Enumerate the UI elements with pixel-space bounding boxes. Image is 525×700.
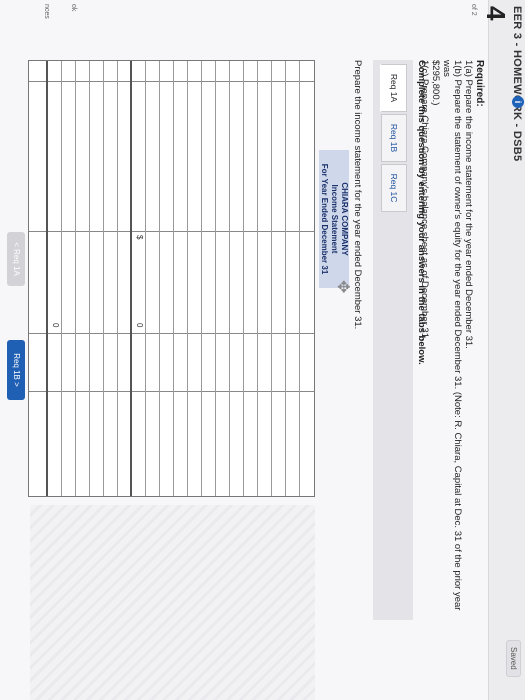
requirements: Required: 1(a) Prepare the income statem…	[419, 60, 485, 620]
table-row[interactable]	[271, 61, 272, 496]
table-row[interactable]	[243, 61, 244, 496]
table-row[interactable]	[285, 61, 286, 496]
assignment-title: EER 3 - HOMEWORK - DSB5	[511, 6, 523, 162]
requirements-heading: Required:	[474, 60, 485, 107]
requirement-1b: 1(b) Prepare the statement of owner's eq…	[441, 60, 463, 611]
table-row[interactable]	[61, 61, 62, 496]
side-label-ok: ok	[70, 4, 77, 12]
table-row[interactable]	[215, 61, 216, 496]
table-row[interactable]	[187, 61, 188, 496]
income-statement-table: $ 0 0	[28, 60, 315, 497]
table-row[interactable]	[201, 61, 202, 496]
table-row[interactable]	[75, 61, 76, 496]
side-label-references: nces	[43, 4, 50, 19]
page-indicator: of 2	[470, 4, 477, 16]
statement-title: Income Statement	[329, 150, 339, 288]
statement-header: CHIARA COMPANY Income Statement For Year…	[319, 150, 349, 288]
table-row[interactable]	[103, 61, 104, 496]
table-row[interactable]	[159, 61, 160, 496]
question-number: 4	[481, 6, 511, 21]
table-row[interactable]	[229, 61, 230, 496]
table-row[interactable]	[117, 61, 118, 496]
screen: EER 3 - HOMEWORK - DSB5 i Saved 4 of 2 o…	[0, 0, 525, 700]
saved-indicator: Saved	[506, 640, 521, 677]
tab-bar: Req 1A Req 1B Req 1C	[373, 60, 413, 620]
total-value: 0	[135, 323, 144, 328]
table-row[interactable]	[299, 61, 300, 496]
tab-req-1b[interactable]: Req 1B	[381, 114, 407, 162]
table-row[interactable]	[89, 61, 90, 496]
next-tab-button[interactable]: Req 1B >	[7, 340, 25, 400]
prev-tab-button[interactable]: < Req 1A	[7, 232, 25, 286]
move-cursor-icon: ✥	[334, 280, 351, 294]
requirement-1a: 1(a) Prepare the income statement for th…	[463, 60, 474, 349]
info-icon[interactable]: i	[512, 96, 524, 108]
moire-area	[30, 505, 315, 700]
top-bar: EER 3 - HOMEWORK - DSB5 i Saved	[488, 0, 525, 700]
currency-symbol: $	[135, 235, 144, 240]
instruction: Complete this question by entering your …	[416, 60, 427, 365]
tab-prompt: Prepare the income statement for the yea…	[352, 60, 363, 330]
table-row[interactable]	[173, 61, 174, 496]
company-name: CHIARA COMPANY	[339, 150, 349, 288]
table-row[interactable]	[46, 61, 48, 496]
statement-period: For Year Ended December 31	[319, 150, 329, 288]
table-row[interactable]	[130, 61, 132, 496]
requirement-1b-note: $295,800.)	[430, 60, 441, 106]
total-value: 0	[51, 323, 60, 328]
tab-req-1c[interactable]: Req 1C	[381, 164, 407, 212]
tab-req-1a[interactable]: Req 1A	[380, 64, 407, 112]
table-row[interactable]	[257, 61, 258, 496]
table-row[interactable]	[145, 61, 146, 496]
